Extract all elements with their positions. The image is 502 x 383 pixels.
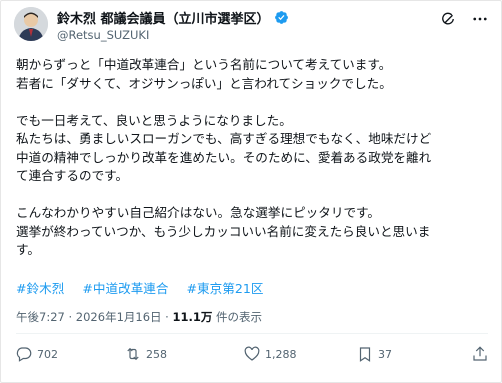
author-handle[interactable]: @Retsu_SUZUKI <box>57 28 149 42</box>
avatar[interactable] <box>14 7 48 41</box>
bookmark-count: 37 <box>378 347 392 361</box>
post-text-line <box>16 93 494 112</box>
share-icon <box>473 346 487 361</box>
post-text-line <box>16 186 494 205</box>
reply-count: 702 <box>37 347 58 361</box>
share-button[interactable] <box>471 345 493 363</box>
post-date[interactable]: 2026年1月16日 <box>76 310 162 324</box>
post-text: 朝からずっと「中道改革連合」という名前について考えています。 若者に「ダサくて、… <box>16 56 494 260</box>
views-count: 11.1万 <box>172 310 213 324</box>
post-meta: 午後7:27 · 2026年1月16日 · 11.1万 件の表示 <box>16 309 262 325</box>
views-label: 件の表示 <box>216 310 263 324</box>
post-text-line: 選挙が終わっていつか、もう少しカッコいい名前に変えたら良いと思いま <box>16 223 431 239</box>
reply-button[interactable]: 702 <box>15 345 58 363</box>
verified-badge-icon <box>274 10 289 25</box>
like-button[interactable]: 1,288 <box>243 345 297 363</box>
post-card: 鈴木烈 都議会議員（立川市選挙区） @Retsu_SUZUKI 朝からずっと「中… <box>0 0 502 383</box>
post-time[interactable]: 午後7:27 <box>16 310 65 324</box>
hashtag-link[interactable]: #鈴木烈 <box>16 281 64 296</box>
meta-separator: · <box>165 310 169 324</box>
grok-icon[interactable] <box>439 10 457 28</box>
post-text-line: 中道の精神でしっかり改革を進めたい。そのために、愛着ある政党を離れ <box>16 149 432 165</box>
author-name-row[interactable]: 鈴木烈 都議会議員（立川市選挙区） <box>57 8 289 27</box>
post-text-line: 私たちは、勇ましいスローガンでも、高すぎる理想でもなく、地味だけど <box>16 131 432 146</box>
meta-separator: · <box>68 310 73 324</box>
bookmark-icon <box>359 347 371 362</box>
hashtag-link[interactable]: #中道改革連合 <box>82 281 168 296</box>
repost-count: 258 <box>146 347 167 361</box>
action-bar: 702 258 1,288 37 <box>1 345 501 369</box>
more-icon[interactable] <box>471 10 489 28</box>
repost-button[interactable]: 258 <box>124 345 167 363</box>
post-text-line: す。 <box>16 242 40 257</box>
bookmark-button[interactable]: 37 <box>356 345 392 363</box>
divider <box>16 333 488 334</box>
hashtag-link[interactable]: #東京第21区 <box>187 281 264 296</box>
like-count: 1,288 <box>265 347 297 361</box>
post-text-line: 若者に「ダサくて、オジサンっぽい」と言われてショックでした。 <box>16 75 392 91</box>
reply-icon <box>16 347 32 362</box>
author-name[interactable]: 鈴木烈 都議会議員（立川市選挙区） <box>57 8 270 27</box>
post-text-line: でも一日考えて、良いと思うようになりました。 <box>16 112 292 128</box>
post-text-line: 朝からずっと「中道改革連合」という名前について考えています。 <box>16 57 392 72</box>
repost-icon <box>127 347 139 361</box>
hashtags: #鈴木烈 #中道改革連合 #東京第21区 <box>16 278 277 297</box>
post-text-line: て連合するのです。 <box>16 168 129 183</box>
like-icon <box>244 346 260 361</box>
top-actions <box>439 10 489 28</box>
post-text-line: こんなわかりやすい自己紹介はない。急な選挙にピッタリです。 <box>16 205 380 220</box>
